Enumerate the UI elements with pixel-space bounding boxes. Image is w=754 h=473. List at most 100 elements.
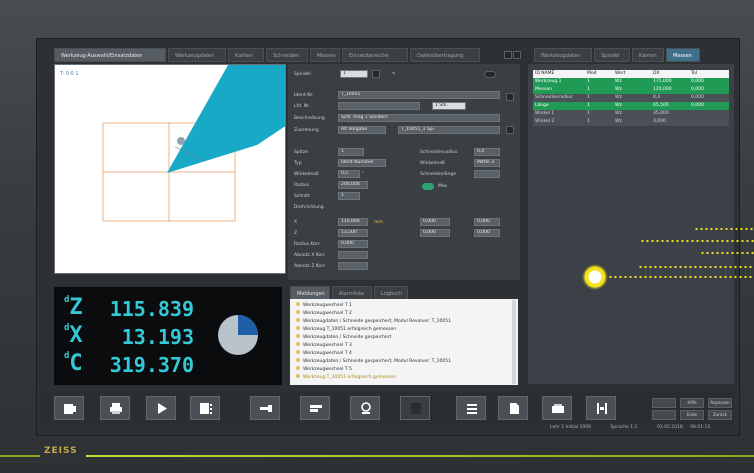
small-key-back[interactable] [652, 410, 676, 420]
tab-right-kanten[interactable]: Kanten [632, 48, 664, 62]
stop-icon [411, 403, 421, 414]
status-mode: Sprache 1:1 [610, 425, 638, 430]
list-item: Werkzeug T_10051 erfolgreich gemessen [296, 374, 396, 380]
zuordnung-select[interactable]: Alt Vorgabe [338, 126, 386, 134]
tool-graphic-view[interactable]: T: 0.0 1 [54, 64, 286, 274]
tab-right-messen[interactable]: Messen [666, 48, 700, 62]
edit-pencil-icon[interactable]: ✎ [392, 72, 396, 77]
stop-button[interactable] [400, 396, 430, 420]
table-row[interactable]: Werkzeug 1 1 Wz 175,000 0,000 [533, 78, 729, 86]
small-key-adjust[interactable] [652, 398, 676, 408]
align-button[interactable] [586, 396, 616, 420]
table-row[interactable]: Messen 1 Wz 120,000 0,000 [533, 86, 729, 94]
beschreibung-field[interactable]: Schl. Ring 1 Sondern [338, 114, 500, 122]
tab-werkzeug-auswahl[interactable]: Werkzeug-Auswahl/Einsatzdaten [54, 48, 166, 62]
header-tol: Tol [691, 71, 697, 76]
program-button[interactable] [54, 396, 84, 420]
max-toggle[interactable] [422, 183, 434, 190]
close-icon[interactable] [513, 51, 521, 59]
tab-right-werkzeugdaten[interactable]: Werkzeugdaten [534, 48, 592, 62]
tab-einsatzbereiche[interactable]: Einsatzbereiche [342, 48, 408, 62]
memory-button[interactable] [542, 396, 572, 420]
dotted-line [640, 240, 754, 242]
pin-icon[interactable] [504, 51, 512, 59]
header-wert: Wert [615, 71, 626, 76]
search-icon[interactable] [506, 93, 514, 101]
axis-label-c: dC [64, 351, 83, 376]
abnutz-x-field[interactable] [338, 251, 368, 259]
table-row[interactable]: Winkel 2 1 Wz 3,000 [533, 118, 729, 126]
schneidenlaenge-field[interactable] [474, 170, 500, 178]
align-icon [597, 403, 607, 414]
tool-button[interactable] [250, 396, 280, 420]
menu-button[interactable] [456, 396, 486, 420]
header-mod: Mod [587, 71, 597, 76]
label-beschreibung: Beschreibung [294, 116, 325, 121]
radius-field[interactable]: 200,000 [338, 181, 368, 189]
dotted-line [638, 266, 754, 268]
list-item: Werkzeugwechsel T 4 [296, 350, 352, 356]
ident-nr-field[interactable]: T_10051 [338, 91, 500, 99]
z-field[interactable]: 13,500 [338, 229, 368, 237]
tab-messen[interactable]: Messen [310, 48, 340, 62]
tab-right-spindel[interactable]: Spindel [594, 48, 630, 62]
radius-korr-field[interactable]: 0,000 [338, 240, 368, 248]
unit-mm: mm [374, 220, 383, 225]
tab-datenuebertragung[interactable]: Datenübertragung [410, 48, 480, 62]
tab-kanten[interactable]: Kanten [228, 48, 264, 62]
abnutz-z-field[interactable] [338, 262, 368, 270]
link-icon[interactable] [506, 126, 514, 134]
table-row[interactable]: Winkel 1 1 Wz 35,000 [533, 110, 729, 118]
tab-logbuch[interactable]: Logbuch [374, 286, 408, 300]
small-key-back-label[interactable]: Zurück [708, 410, 732, 420]
side-winkelmass-field[interactable]: Mittel 3 [474, 159, 500, 167]
x-field[interactable]: 110,000 [338, 218, 368, 226]
quantity-field[interactable]: 1 Stk. [432, 102, 466, 110]
label-abnutz-z: Abnutz Z Korr. [294, 264, 326, 269]
tab-schneiden[interactable]: Schneiden [266, 48, 308, 62]
tab-meldungen[interactable]: Meldungen [290, 286, 330, 300]
label-zuordnung: Zuordnung [294, 128, 319, 133]
label-lfd-nr: Lfd. Nr. [294, 104, 311, 109]
measure-button[interactable] [300, 396, 330, 420]
label-winkelmass: Winkelmaß [294, 172, 319, 177]
start-button[interactable] [146, 396, 176, 420]
message-list[interactable]: Werkzeugwechsel T 1 Werkzeugwechsel T 2 … [290, 299, 518, 385]
label-typ: Typ [294, 161, 302, 166]
schneidenradius-field[interactable]: 0,4 [474, 148, 500, 156]
small-key-end[interactable]: Ende [680, 410, 704, 420]
tool-icon [260, 405, 272, 412]
unit-degree: ° [362, 172, 365, 177]
spindel-toggle[interactable] [484, 71, 496, 78]
tab-alarmliste[interactable]: Alarmliste [332, 286, 372, 300]
typ-select[interactable]: Ident-Nummer [338, 159, 386, 167]
tool-insert-shape [167, 65, 285, 173]
winkelmass-field[interactable]: 0,5 [338, 170, 360, 178]
list-button[interactable] [190, 396, 220, 420]
label-z: Z [294, 231, 298, 236]
small-key-adjust-label[interactable]: Anpassen [708, 398, 732, 408]
tool-center-marker [177, 137, 185, 145]
spitze-field[interactable]: 1 [338, 148, 364, 156]
table-row[interactable]: Länge 1 Wz 65,500 0,000 [533, 102, 729, 110]
schnitt-field[interactable]: 1 [338, 192, 360, 200]
label-spitze: Spitze [294, 150, 308, 155]
spindel-field[interactable]: 1 [340, 70, 368, 78]
dropdown-icon[interactable] [372, 70, 380, 78]
z-tol-field[interactable]: 0,000 [474, 229, 500, 237]
label-ident-nr: Ident-Nr. [294, 93, 314, 98]
message-scrollbar[interactable] [512, 300, 516, 384]
page-button[interactable] [498, 396, 528, 420]
print-button[interactable] [100, 396, 130, 420]
tab-werkzeugdaten[interactable]: Werkzeugdaten [168, 48, 226, 62]
lfd-nr-field[interactable] [338, 102, 420, 110]
list-view-icon [200, 403, 212, 414]
x-tol-field[interactable]: 0,000 [474, 218, 500, 226]
zuordnung-value-field[interactable]: T_10051_1 Spi [398, 126, 500, 134]
small-key-help[interactable]: Hilfe [680, 398, 704, 408]
pie-slice [238, 315, 258, 335]
x-offset-field[interactable]: 0,000 [420, 218, 450, 226]
z-offset-field[interactable]: 0,000 [420, 229, 450, 237]
table-row[interactable]: Schneidenradius 1 Wz 0,4 0,000 [533, 94, 729, 102]
setup-button[interactable] [350, 396, 380, 420]
